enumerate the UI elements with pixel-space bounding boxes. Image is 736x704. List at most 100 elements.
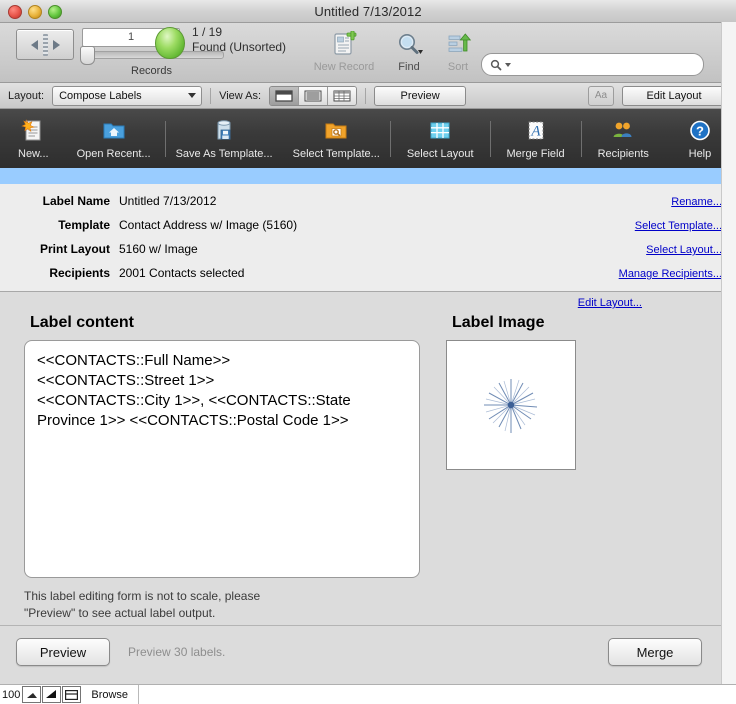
info-value: 5160 w/ Image: [119, 242, 198, 256]
select-template-icon: [323, 117, 349, 145]
info-value: Contact Address w/ Image (5160): [119, 218, 298, 232]
minimize-button[interactable]: [28, 5, 42, 19]
zoom-level: 100: [2, 688, 21, 701]
open-folder-icon: [101, 117, 127, 145]
search-icon: [490, 59, 502, 70]
open-recent-button[interactable]: Open Recent...: [63, 109, 165, 168]
preview-button[interactable]: Preview: [16, 638, 110, 666]
text-formatting-button[interactable]: Aa: [588, 85, 614, 106]
label-image-well[interactable]: [446, 340, 576, 470]
accent-strip: [0, 168, 736, 184]
new-button[interactable]: New...: [0, 109, 63, 168]
save-as-template-button[interactable]: Save As Template...: [166, 109, 283, 168]
select-template-link[interactable]: Select Template...: [635, 220, 722, 232]
layout-bar: Layout: Compose Labels View As: Preview …: [0, 83, 736, 109]
new-record-icon: [313, 27, 375, 59]
previous-record-icon[interactable]: [30, 39, 38, 50]
rename-link[interactable]: Rename...: [671, 196, 722, 208]
record-slider-thumb[interactable]: [80, 46, 95, 65]
merge-field-icon: A: [523, 117, 549, 145]
merge-button[interactable]: Merge: [608, 638, 702, 666]
status-bar: 100 Browse: [0, 684, 736, 704]
application-window: Untitled 7/13/2012 1 1 / 19 Found (Unsor…: [0, 0, 736, 704]
recipients-icon: [610, 117, 636, 145]
new-label: New...: [18, 148, 49, 160]
manage-recipients-link[interactable]: Manage Recipients...: [619, 268, 722, 280]
view-mode-table-button[interactable]: [328, 86, 357, 105]
status-divider: [138, 685, 140, 704]
found-set-indicator-icon: [155, 27, 185, 59]
save-as-template-label: Save As Template...: [175, 148, 273, 160]
recipients-button[interactable]: Recipients: [582, 109, 665, 168]
select-layout-label: Select Layout: [406, 148, 474, 160]
help-icon: ?: [687, 117, 713, 145]
edit-layout-link[interactable]: Edit Layout...: [578, 297, 642, 309]
found-status: Found (Unsorted): [192, 40, 287, 54]
preview-mode-button[interactable]: Preview: [374, 85, 467, 106]
sort-label: Sort: [447, 61, 469, 73]
title-bar: Untitled 7/13/2012: [0, 0, 736, 23]
form-view-icon: [275, 89, 293, 102]
window-controls: [8, 5, 62, 19]
book-spine-icon: [42, 33, 48, 56]
edit-layout-button[interactable]: Edit Layout: [622, 85, 726, 106]
info-label: Recipients: [49, 266, 110, 280]
window-right-gutter: [721, 22, 736, 685]
table-view-icon: [333, 90, 351, 101]
sort-button[interactable]: Sort: [427, 27, 489, 73]
save-template-icon: [211, 117, 237, 145]
select-template-button[interactable]: Select Template...: [283, 109, 390, 168]
info-row-label-name: Label Name Untitled 7/13/2012 Rename...: [0, 194, 736, 218]
merge-field-button[interactable]: A Merge Field: [491, 109, 581, 168]
view-mode-segmented-control[interactable]: [269, 85, 358, 106]
select-layout-link[interactable]: Select Layout...: [646, 244, 722, 256]
close-button[interactable]: [8, 5, 22, 19]
found-count: 1 / 19: [192, 25, 223, 39]
label-content-textarea[interactable]: <<CONTACTS::Full Name>> <<CONTACTS::Stre…: [24, 340, 420, 578]
layout-select[interactable]: Compose Labels: [52, 85, 203, 106]
records-navigation-group: 1 1 / 19 Found (Unsorted) Records: [0, 23, 300, 82]
view-mode-form-button[interactable]: [270, 86, 300, 105]
divider: [365, 87, 367, 104]
new-record-button[interactable]: New Record: [313, 27, 375, 73]
chevron-down-icon: [188, 93, 197, 98]
preview-note: Preview 30 labels.: [128, 645, 226, 659]
zoom-out-icon[interactable]: [22, 686, 42, 703]
label-image-heading: Label Image: [452, 314, 545, 331]
search-input[interactable]: [514, 57, 703, 72]
info-row-recipients: Recipients 2001 Contacts selected Manage…: [0, 266, 736, 290]
label-editor-area: Edit Layout... Label content <<CONTACTS:…: [0, 292, 736, 625]
info-label: Print Layout: [39, 242, 110, 256]
next-record-icon[interactable]: [52, 39, 60, 50]
layout-label: Layout:: [8, 89, 45, 102]
view-as-label: View As:: [219, 89, 262, 102]
action-footer: Preview Preview 30 labels. Merge: [0, 625, 736, 684]
record-navigation-book[interactable]: [16, 29, 74, 60]
divider: [210, 87, 212, 104]
view-mode-list-button[interactable]: [299, 86, 329, 105]
select-layout-button[interactable]: Select Layout: [391, 109, 490, 168]
search-field[interactable]: [481, 53, 704, 76]
scale-note: This label editing form is not to scale,…: [24, 589, 261, 620]
toggle-statusarea-icon[interactable]: [62, 686, 82, 703]
records-group-label: Records: [131, 65, 172, 77]
grid-layout-icon: [427, 117, 453, 145]
open-recent-label: Open Recent...: [76, 148, 151, 160]
info-label: Label Name: [42, 194, 110, 208]
info-row-print-layout: Print Layout 5160 w/ Image Select Layout…: [0, 242, 736, 266]
sort-icon: [427, 27, 489, 59]
info-value: 2001 Contacts selected: [119, 266, 245, 280]
window-title: Untitled 7/13/2012: [314, 3, 422, 19]
zoom-button[interactable]: [48, 5, 62, 19]
info-label: Template: [58, 218, 110, 232]
merge-field-label: Merge Field: [506, 148, 565, 160]
search-options-chevron-down-icon[interactable]: [505, 62, 511, 67]
label-info-panel: Label Name Untitled 7/13/2012 Rename... …: [0, 184, 736, 292]
new-record-label: New Record: [313, 61, 375, 73]
label-content-heading: Label content: [30, 314, 135, 331]
layout-select-value: Compose Labels: [59, 89, 142, 102]
zoom-in-icon[interactable]: [42, 686, 62, 703]
list-view-icon: [304, 90, 322, 101]
info-value: Untitled 7/13/2012: [119, 194, 217, 208]
function-toolbar: New... Open Recent... Save As Template..…: [0, 109, 736, 168]
